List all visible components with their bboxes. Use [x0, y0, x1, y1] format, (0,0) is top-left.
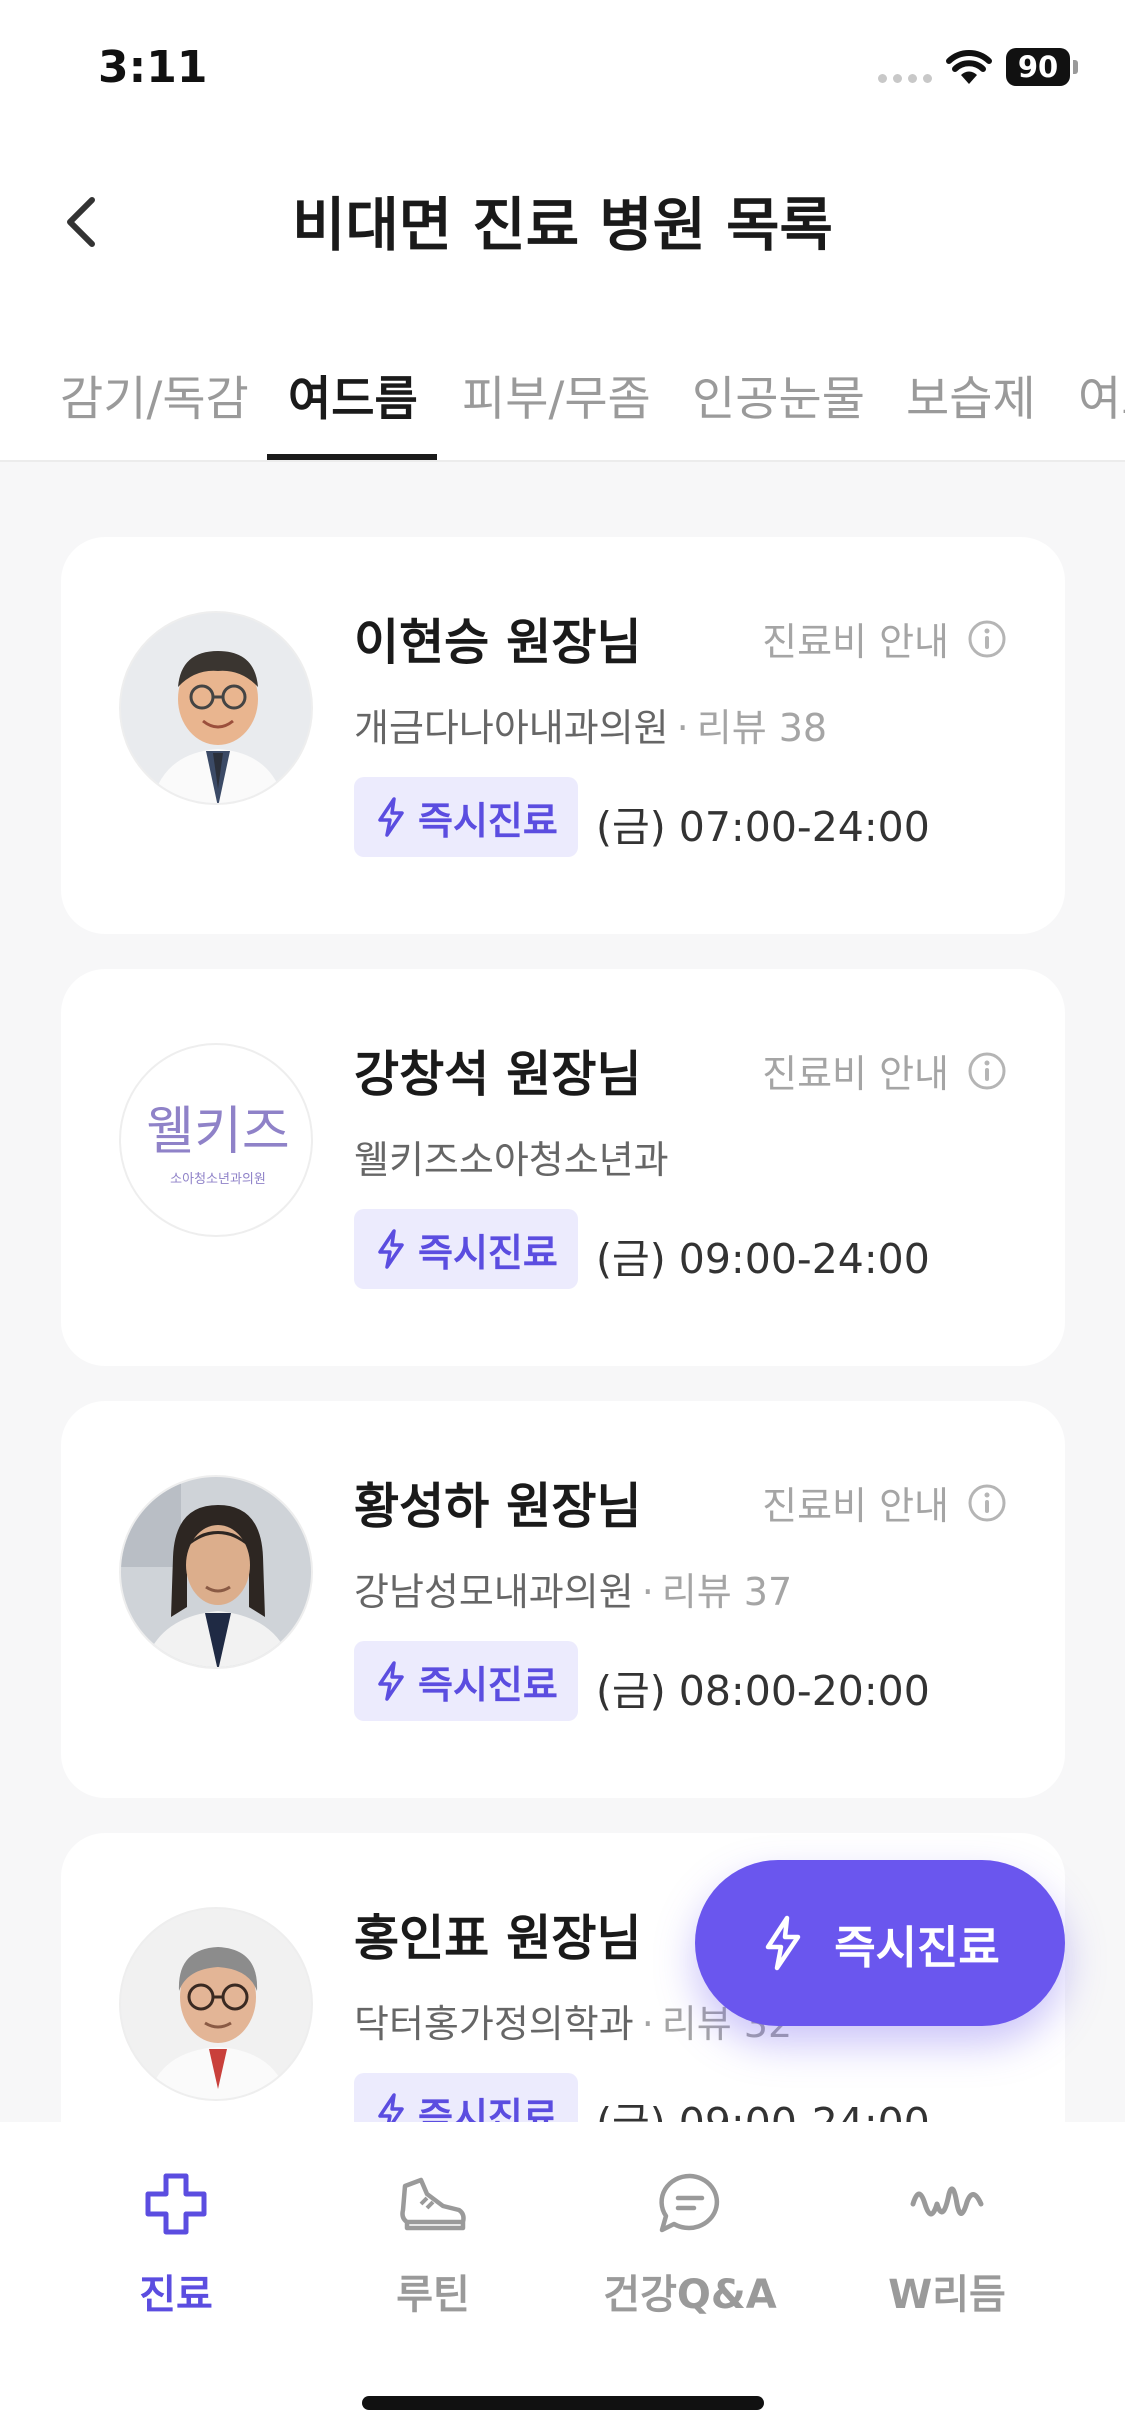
- nav-item-health-qa[interactable]: 건강Q&A: [565, 2164, 815, 2320]
- doctor-name: 강창석 원장님: [354, 1046, 642, 1103]
- header: 비대면 진료 병원 목록: [0, 140, 1125, 290]
- chat-bubble-icon: [659, 2173, 720, 2233]
- fee-info-button[interactable]: 진료비 안내: [762, 1043, 1007, 1098]
- review-count: 리뷰 37: [661, 1570, 793, 1614]
- lightning-icon: [378, 797, 404, 837]
- nav-label: 건강Q&A: [603, 2272, 777, 2318]
- doctor-avatar: [119, 1475, 313, 1669]
- doctor-card[interactable]: 웰키즈 소아청소년과의원 강창석 원장님 진료비 안내 웰키즈소아청소년과 즉시…: [61, 969, 1065, 1366]
- doctor-avatar: [119, 611, 313, 805]
- doctor-card[interactable]: 이현승 원장님 진료비 안내 개금다나아내과의원 · 리뷰 38 즉시진료 (금) …: [61, 537, 1065, 934]
- instant-care-badge: 즉시진료: [354, 1641, 578, 1721]
- doctor-name: 홍인표 원장님: [354, 1910, 642, 1967]
- instant-care-fab[interactable]: 즉시진료: [695, 1860, 1065, 2026]
- tab-more[interactable]: 여드: [1078, 360, 1125, 429]
- status-time: 3:11: [98, 42, 208, 93]
- hospital-name: 닥터홍가정의학과: [354, 2002, 634, 2046]
- hospital-info: 개금다나아내과의원 · 리뷰 38: [354, 706, 828, 750]
- hospital-info: 웰키즈소아청소년과: [354, 1129, 669, 1184]
- lightning-icon: [378, 1661, 404, 1701]
- info-icon: [968, 1052, 1006, 1089]
- svg-text:웰키즈: 웰키즈: [146, 1102, 290, 1162]
- tab-moisturizer[interactable]: 보습제: [906, 360, 1036, 429]
- nav-label: 진료: [139, 2272, 213, 2318]
- fab-label: 즉시진료: [834, 1920, 1000, 1974]
- tab-acne[interactable]: 여드름: [288, 360, 418, 429]
- hospital-name: 웰키즈소아청소년과: [354, 1138, 669, 1182]
- hospital-name: 개금다나아내과의원: [354, 706, 669, 750]
- lightning-icon: [765, 1915, 801, 1971]
- nav-item-care[interactable]: 진료: [51, 2164, 301, 2320]
- instant-care-label: 즉시진료: [418, 1662, 558, 1707]
- doctor-name: 황성하 원장님: [354, 1478, 642, 1535]
- tab-skin-athletes-foot[interactable]: 피부/무좀: [462, 360, 651, 429]
- signal-icon: [878, 74, 932, 83]
- tab-cold-flu[interactable]: 감기/독감: [60, 360, 249, 429]
- fee-info-label: 진료비 안내: [762, 620, 949, 664]
- bottom-nav: 진료 루틴 건강Q&A W리듬: [0, 2122, 1125, 2436]
- nav-item-routine[interactable]: 루틴: [308, 2164, 558, 2320]
- instant-care-badge: 즉시진료: [354, 777, 578, 857]
- operating-hours: (금) 08:00-20:00: [596, 1667, 930, 1715]
- cross-icon: [145, 2173, 207, 2235]
- hospital-info: 강남성모내과의원 · 리뷰 37: [354, 1570, 793, 1614]
- fee-info-label: 진료비 안내: [762, 1484, 949, 1528]
- hospital-logo: 웰키즈 소아청소년과의원: [119, 1043, 313, 1237]
- instant-care-label: 즉시진료: [418, 1230, 558, 1275]
- status-bar: 3:11 90: [0, 0, 1125, 140]
- fee-info-button[interactable]: 진료비 안내: [762, 611, 1007, 666]
- hospital-name: 강남성모내과의원: [354, 1570, 634, 1614]
- wifi-icon: [946, 50, 992, 84]
- lightning-icon: [378, 1229, 404, 1269]
- page-title: 비대면 진료 병원 목록: [292, 191, 833, 259]
- doctor-card[interactable]: 황성하 원장님 진료비 안내 강남성모내과의원 · 리뷰 37 즉시진료 (금) 0…: [61, 1401, 1065, 1798]
- info-icon: [968, 620, 1006, 657]
- fee-info-label: 진료비 안내: [762, 1052, 949, 1096]
- battery-icon: 90: [1006, 48, 1070, 86]
- info-icon: [968, 1484, 1006, 1521]
- tab-artificial-tears[interactable]: 인공눈물: [692, 360, 865, 429]
- instant-care-badge: 즉시진료: [354, 1209, 578, 1289]
- fee-info-button[interactable]: 진료비 안내: [762, 1475, 1007, 1530]
- home-indicator[interactable]: [362, 2396, 764, 2410]
- sneaker-icon: [400, 2177, 466, 2231]
- nav-label: 루틴: [396, 2272, 470, 2318]
- operating-hours: (금) 09:00-24:00: [596, 1235, 930, 1283]
- svg-text:소아청소년과의원: 소아청소년과의원: [170, 1172, 266, 1187]
- nav-label: W리듬: [888, 2272, 1006, 2318]
- doctor-name: 이현승 원장님: [354, 614, 642, 671]
- category-tabs: 감기/독감 여드름 피부/무좀 인공눈물 보습제 여드: [0, 290, 1125, 462]
- operating-hours: (금) 07:00-24:00: [596, 803, 930, 851]
- instant-care-label: 즉시진료: [418, 798, 558, 843]
- nav-item-w-rhythm[interactable]: W리듬: [822, 2164, 1072, 2320]
- review-count: 리뷰 38: [696, 706, 828, 750]
- battery-tip: [1073, 60, 1078, 74]
- doctor-avatar: [119, 1907, 313, 2101]
- active-tab-indicator: [267, 454, 437, 460]
- wave-icon: [910, 2186, 984, 2217]
